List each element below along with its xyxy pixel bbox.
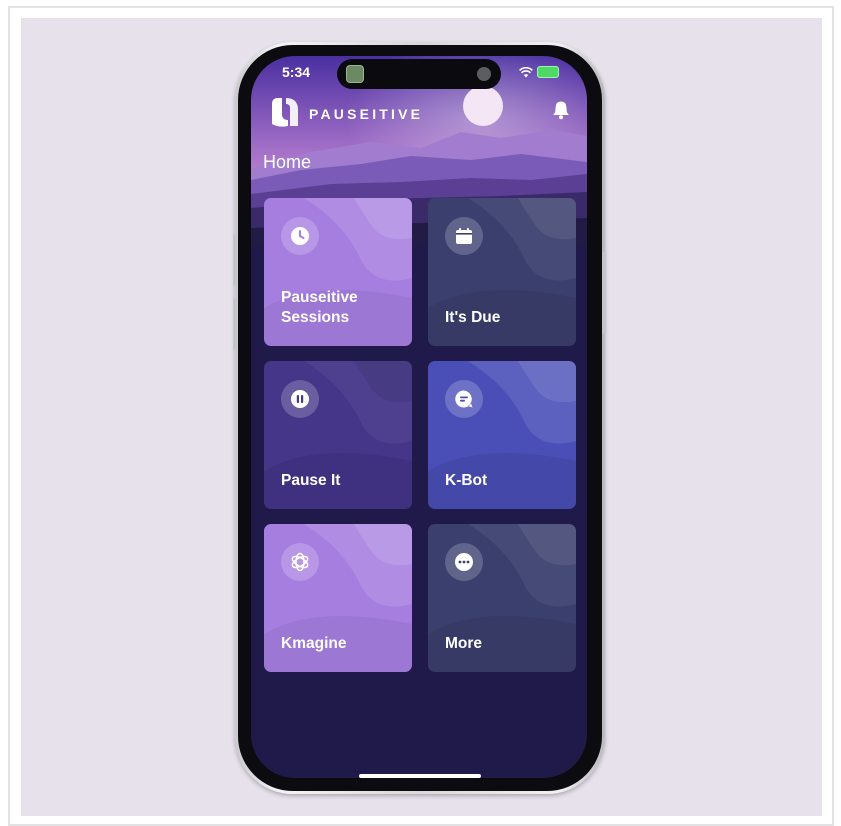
tile-pauseitive-sessions[interactable]: Pauseitive Sessions <box>264 198 412 346</box>
volume-down-button <box>233 298 237 350</box>
openai-icon <box>281 543 319 581</box>
tile-more[interactable]: More <box>428 524 576 672</box>
tile-label: Pauseitive Sessions <box>281 289 358 326</box>
tile-its-due[interactable]: It's Due <box>428 198 576 346</box>
chat-icon <box>445 380 483 418</box>
brand-name: PAUSEITIVE <box>309 106 424 122</box>
camera-icon <box>477 67 491 81</box>
tile-label: More <box>445 635 483 652</box>
action-button <box>233 234 237 286</box>
clock-icon <box>281 217 319 255</box>
pause-icon <box>281 380 319 418</box>
tile-pause-it[interactable]: Pause It <box>264 361 412 509</box>
home-indicator[interactable] <box>359 774 481 778</box>
calendar-icon <box>445 217 483 255</box>
app-thumbnail-icon <box>346 65 364 83</box>
power-button <box>602 252 606 334</box>
tile-kmagine[interactable]: Kmagine <box>264 524 412 672</box>
notification-bell-icon[interactable] <box>552 100 570 120</box>
wifi-icon <box>519 66 533 77</box>
tile-label: Pause It <box>281 472 341 489</box>
page-title: Home <box>263 152 312 172</box>
more-icon <box>445 543 483 581</box>
battery-icon <box>537 66 559 78</box>
pauseitive-logo-icon <box>272 98 298 127</box>
tile-label: Kmagine <box>281 635 347 652</box>
tile-label: It's Due <box>445 309 501 326</box>
tile-label: K-Bot <box>445 472 488 489</box>
status-icons <box>519 66 559 78</box>
dynamic-island <box>337 59 501 89</box>
phone-screen: 5:34 PAUSEITIVE Home Pauseitive Sessions <box>251 56 587 778</box>
status-time: 5:34 <box>282 64 311 80</box>
tile-k-bot[interactable]: K-Bot <box>428 361 576 509</box>
